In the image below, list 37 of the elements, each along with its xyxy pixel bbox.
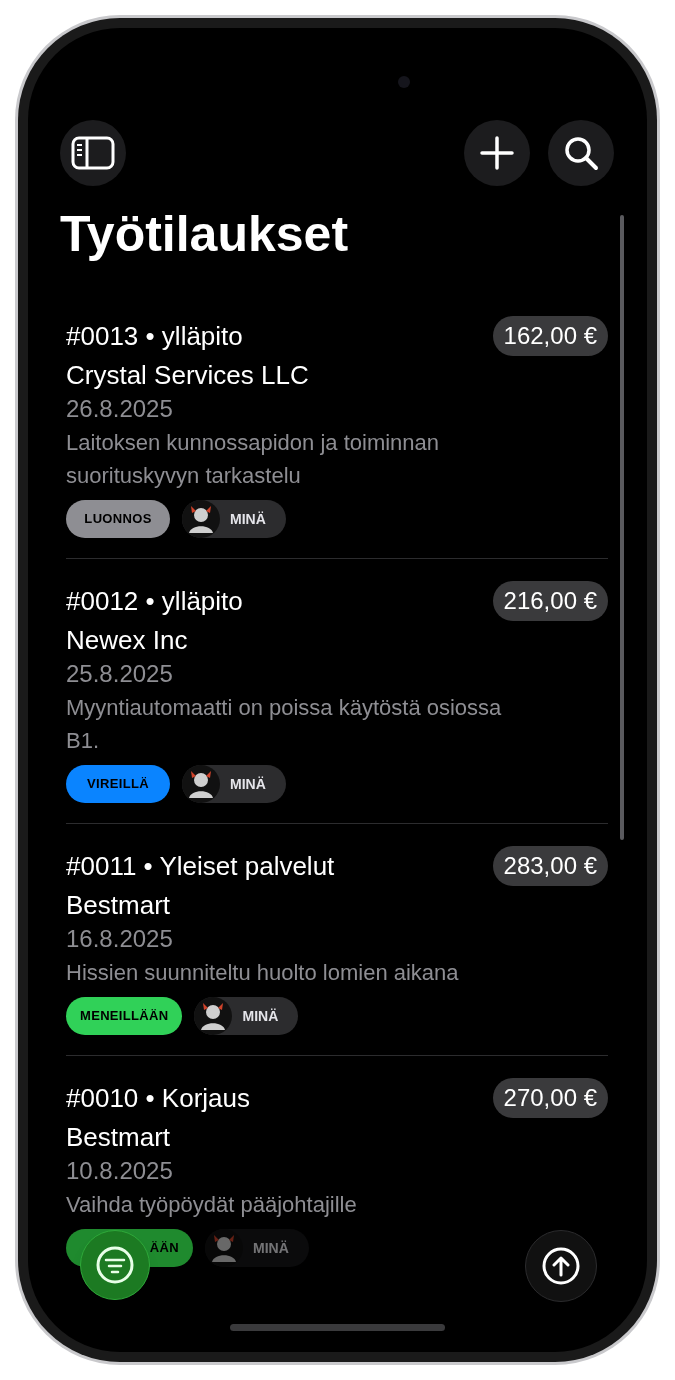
order-heading: #0011 • Yleiset palvelut	[66, 849, 335, 883]
order-description: Myyntiautomaatti on poissa käytöstä osiossa B1.	[66, 694, 503, 755]
assignee-label: MINÄ	[230, 774, 266, 794]
filter-icon	[96, 1246, 134, 1284]
order-description: Hissien suunniteltu huolto lomien aikana	[66, 959, 460, 987]
order-date: 16.8.2025	[66, 924, 173, 954]
sidebar-icon	[71, 136, 115, 170]
search-icon	[563, 135, 599, 171]
arrow-up-circle-icon	[542, 1247, 580, 1285]
order-date: 10.8.2025	[66, 1156, 173, 1186]
plus-icon	[480, 136, 514, 170]
amount-badge: 283,00 €	[492, 846, 608, 886]
amount-badge: 162,00 €	[492, 316, 608, 356]
order-heading: #0012 • ylläpito	[66, 584, 243, 618]
order-description: Laitoksen kunnossapidon ja toiminnan suorituskyvyn tarkastelu	[66, 429, 441, 490]
customer-name: Bestmart	[66, 889, 171, 922]
avatar-icon	[194, 997, 233, 1035]
page-title: Työtilaukset	[60, 205, 349, 264]
camera-icon	[398, 76, 410, 88]
order-date: 25.8.2025	[66, 659, 173, 689]
order-heading: #0010 • Korjaus	[66, 1081, 250, 1115]
customer-name: Bestmart	[66, 1121, 171, 1154]
customer-name: Crystal Services LLC	[66, 359, 309, 392]
status-badge: LUONNOS	[66, 500, 170, 538]
assignee-label: MINÄ	[253, 1238, 289, 1258]
avatar-icon	[182, 500, 220, 538]
amount-badge: 216,00 €	[492, 581, 608, 621]
amount-badge: 270,00 €	[492, 1078, 608, 1118]
status-badge: MENEILLÄÄN	[66, 997, 183, 1035]
order-description: Vaihda työpöydät pääjohtajille	[66, 1191, 358, 1219]
avatar-icon	[182, 765, 220, 803]
assignee-label: MINÄ	[230, 509, 266, 529]
order-heading: #0013 • ylläpito	[66, 319, 243, 353]
customer-name: Newex Inc	[66, 624, 188, 657]
order-date: 26.8.2025	[66, 394, 173, 424]
assignee-label: MINÄ	[242, 1006, 279, 1026]
status-badge: VIREILLÄ	[66, 765, 170, 803]
